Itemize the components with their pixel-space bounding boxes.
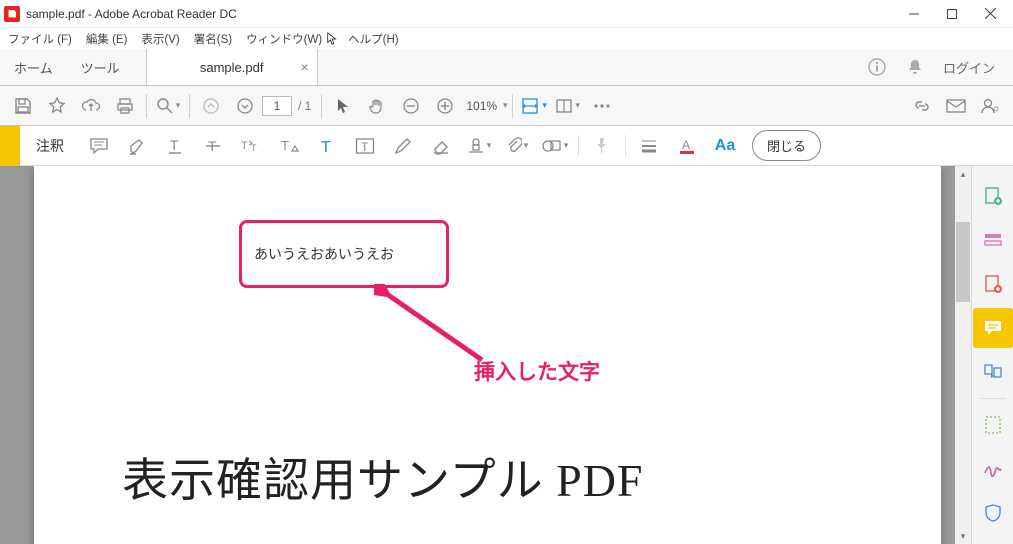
cursor-icon xyxy=(326,32,340,46)
menu-file[interactable]: ファイル (F) xyxy=(2,29,78,49)
pin-icon[interactable] xyxy=(583,130,621,162)
svg-text:T: T xyxy=(241,140,248,152)
edit-pdf-icon[interactable] xyxy=(973,264,1013,304)
strikethrough-icon[interactable]: T xyxy=(194,130,232,162)
close-button[interactable] xyxy=(971,0,1009,28)
comment-label: 注釈 xyxy=(20,136,80,156)
create-pdf-icon[interactable] xyxy=(973,176,1013,216)
menu-bar: ファイル (F) 編集 (E) 表示(V) 署名(S) ウィンドウ(W) ヘルプ… xyxy=(0,28,1013,50)
tab-tools[interactable]: ツール xyxy=(67,50,134,85)
scroll-down-icon[interactable]: ▾ xyxy=(955,528,971,544)
close-tab-icon[interactable]: × xyxy=(300,59,308,75)
minimize-button[interactable] xyxy=(895,0,933,28)
svg-text:T: T xyxy=(361,140,369,154)
share-user-icon[interactable] xyxy=(973,90,1007,122)
shapes-icon[interactable]: ▾ xyxy=(536,130,574,162)
tab-home[interactable]: ホーム xyxy=(0,50,67,85)
svg-text:T: T xyxy=(170,137,179,153)
menu-help[interactable]: ヘルプ(H) xyxy=(342,29,404,49)
tab-document[interactable]: sample.pdf × xyxy=(146,49,318,85)
menu-view[interactable]: 表示(V) xyxy=(135,29,185,49)
login-link[interactable]: ログイン xyxy=(943,58,995,77)
tab-document-label: sample.pdf xyxy=(200,60,264,75)
font-size-icon[interactable]: Aa xyxy=(706,130,744,162)
cloud-upload-icon[interactable] xyxy=(74,90,108,122)
sticky-note-icon[interactable] xyxy=(80,130,118,162)
link-icon[interactable] xyxy=(905,90,939,122)
search-icon[interactable]: ▾ xyxy=(151,90,185,122)
annotation-callout: あいうえおあいうえお xyxy=(239,220,449,288)
svg-text:T: T xyxy=(321,139,331,155)
print-icon[interactable] xyxy=(108,90,142,122)
eraser-icon[interactable] xyxy=(422,130,460,162)
tools-rail xyxy=(971,166,1013,544)
main-toolbar: ▾ / 1 101%▾ ▾ ▾ xyxy=(0,86,1013,126)
fit-page-icon[interactable]: ▾ xyxy=(551,90,585,122)
app-icon xyxy=(4,6,20,22)
menu-window[interactable]: ウィンドウ(W) xyxy=(240,29,328,49)
save-icon[interactable] xyxy=(6,90,40,122)
page-down-icon[interactable] xyxy=(228,90,262,122)
page-up-icon[interactable] xyxy=(194,90,228,122)
info-icon[interactable] xyxy=(867,57,887,77)
attach-icon[interactable]: ▾ xyxy=(498,130,536,162)
menu-sign[interactable]: 署名(S) xyxy=(188,29,238,49)
pointer-icon[interactable] xyxy=(326,90,360,122)
page-number-input[interactable] xyxy=(262,96,292,116)
sign-rail-icon[interactable] xyxy=(973,449,1013,489)
hand-icon[interactable] xyxy=(360,90,394,122)
replace-text-icon[interactable]: TT xyxy=(232,130,270,162)
workspace: あいうえおあいうえお 挿入した文字 表示確認用サンプル PDF ▴ ▾ xyxy=(0,166,1013,544)
scroll-thumb[interactable] xyxy=(956,222,970,302)
zoom-level[interactable]: 101% xyxy=(462,99,501,113)
document-heading: 表示確認用サンプル PDF xyxy=(122,444,644,510)
star-icon[interactable] xyxy=(40,90,74,122)
more-icon[interactable] xyxy=(585,90,619,122)
annotation-text: あいうえおあいうえお xyxy=(254,244,394,264)
text-box-icon[interactable]: T xyxy=(346,130,384,162)
fit-width-icon[interactable]: ▾ xyxy=(517,90,551,122)
arrow-label: 挿入した文字 xyxy=(474,356,600,386)
zoom-out-icon[interactable] xyxy=(394,90,428,122)
compress-icon[interactable] xyxy=(973,405,1013,445)
protect-icon[interactable] xyxy=(973,493,1013,533)
svg-text:T: T xyxy=(251,143,257,153)
share-email-icon[interactable] xyxy=(939,90,973,122)
organize-icon[interactable] xyxy=(973,352,1013,392)
maximize-button[interactable] xyxy=(933,0,971,28)
vertical-scrollbar[interactable]: ▴ ▾ xyxy=(955,166,971,544)
close-panel-button[interactable]: 閉じる xyxy=(752,130,821,161)
combine-icon[interactable] xyxy=(973,220,1013,260)
pencil-icon[interactable] xyxy=(384,130,422,162)
underline-icon[interactable]: T xyxy=(156,130,194,162)
highlight-icon[interactable] xyxy=(118,130,156,162)
window-title: sample.pdf - Adobe Acrobat Reader DC xyxy=(26,7,237,21)
stamp-icon[interactable]: ▾ xyxy=(460,130,498,162)
menu-edit[interactable]: 編集 (E) xyxy=(80,29,134,49)
page-canvas: あいうえおあいうえお 挿入した文字 表示確認用サンプル PDF xyxy=(34,166,941,544)
title-bar: sample.pdf - Adobe Acrobat Reader DC xyxy=(0,0,1013,28)
comment-tag xyxy=(0,126,20,166)
tab-bar: ホーム ツール sample.pdf × ログイン xyxy=(0,50,1013,86)
bell-icon[interactable] xyxy=(905,57,925,77)
comment-rail-icon[interactable] xyxy=(973,308,1013,348)
zoom-in-icon[interactable] xyxy=(428,90,462,122)
line-weight-icon[interactable] xyxy=(630,130,668,162)
comment-toolbar: 注釈 T T TT T T T ▾ ▾ ▾ A Aa 閉じる xyxy=(0,126,1013,166)
page-total: / 1 xyxy=(292,99,317,113)
svg-text:T: T xyxy=(281,138,289,153)
scroll-up-icon[interactable]: ▴ xyxy=(955,166,971,182)
add-text-icon[interactable]: T xyxy=(308,130,346,162)
svg-text:A: A xyxy=(682,138,690,152)
insert-text-icon[interactable]: T xyxy=(270,130,308,162)
document-viewport[interactable]: あいうえおあいうえお 挿入した文字 表示確認用サンプル PDF ▴ ▾ xyxy=(0,166,971,544)
text-color-icon[interactable]: A xyxy=(668,130,706,162)
